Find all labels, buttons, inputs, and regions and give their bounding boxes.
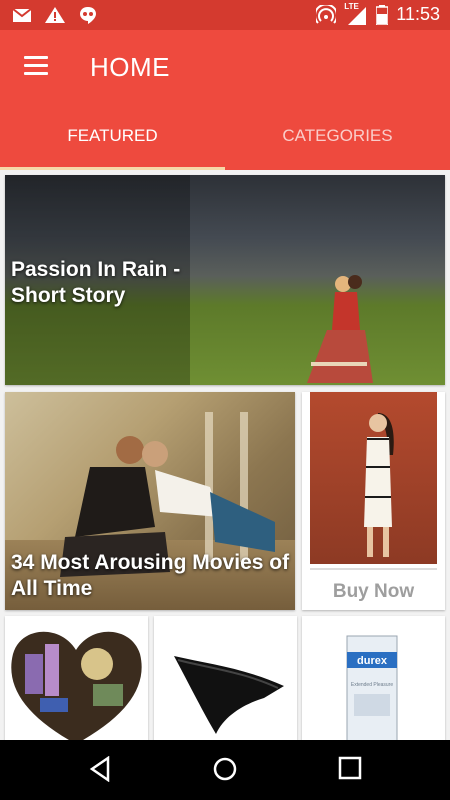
recents-icon[interactable] <box>338 756 362 780</box>
clock: 11:53 <box>396 4 440 24</box>
battery-icon <box>376 4 389 25</box>
model-figure <box>364 413 394 557</box>
product-card-gift-basket[interactable] <box>5 616 148 740</box>
gift-basket-image <box>11 631 142 740</box>
warning-icon <box>45 7 65 23</box>
menu-icon[interactable] <box>24 56 48 76</box>
status-right-icons: LTE 11:53 <box>316 2 440 25</box>
card-title: 34 Most Arousing Movies of All Time <box>11 551 290 600</box>
product-brand: durex <box>357 655 388 667</box>
tab-featured[interactable]: FEATURED <box>0 114 225 170</box>
product-image-lingerie-model <box>310 392 437 564</box>
gmail-icon <box>12 7 32 22</box>
card-title: Passion In Rain - Short Story <box>11 258 181 307</box>
buy-now-button[interactable]: Buy Now <box>302 572 445 610</box>
featured-card-passion-in-rain[interactable]: Passion In Rain - Short Story <box>5 175 445 385</box>
system-nav-bar <box>0 740 450 800</box>
app-bar: HOME FEATURED CATEGORIES <box>0 30 450 170</box>
back-icon[interactable] <box>88 756 112 782</box>
hotspot-icon <box>316 4 337 24</box>
condom-box-image: durex Extended Pleasure <box>346 635 398 740</box>
featured-grid: Passion In Rain - Short Story 34 Most Ar… <box>0 170 450 740</box>
product-subtitle: Extended Pleasure <box>351 682 393 688</box>
page-title: HOME <box>90 52 170 82</box>
status-bar: LTE 11:53 <box>0 0 450 30</box>
couple-image <box>307 275 373 383</box>
shop-divider <box>310 568 437 570</box>
hangouts-icon <box>80 7 96 24</box>
featured-card-arousing-movies[interactable]: 34 Most Arousing Movies of All Time <box>5 392 295 610</box>
product-card-condoms[interactable]: durex Extended Pleasure <box>302 616 445 740</box>
tab-bar: FEATURED CATEGORIES <box>0 114 450 170</box>
tab-categories[interactable]: CATEGORIES <box>225 114 450 170</box>
status-left-icons <box>12 6 98 24</box>
home-icon[interactable] <box>212 756 238 782</box>
lte-signal-icon: LTE <box>344 2 368 25</box>
product-card-lace-lingerie[interactable] <box>154 616 297 740</box>
lace-lingerie-image <box>174 656 284 734</box>
shop-card[interactable]: Buy Now <box>302 392 445 610</box>
